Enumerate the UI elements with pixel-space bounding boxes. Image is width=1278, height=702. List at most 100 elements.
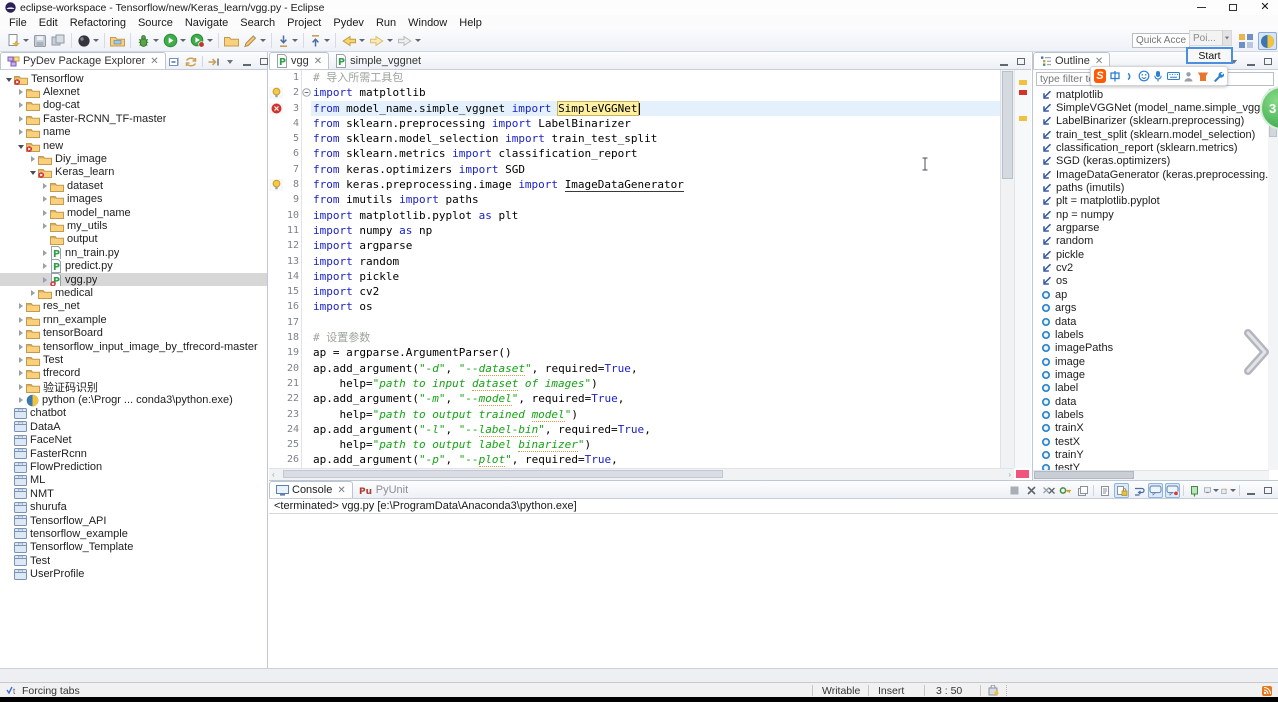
code-text[interactable]: help="path to input dataset of images")	[311, 376, 1000, 391]
expand-arrow-icon[interactable]	[40, 223, 50, 229]
console-copy-icon[interactable]	[1075, 483, 1090, 498]
console-pin-icon[interactable]	[1187, 483, 1202, 498]
editor-tab-vgg[interactable]: Pvgg✕	[269, 52, 329, 69]
explorer-focus-icon[interactable]	[206, 54, 221, 69]
console-key-icon[interactable]	[1058, 483, 1073, 498]
pydev-perspective-button[interactable]	[1258, 32, 1277, 50]
outline-item[interactable]: cv2	[1041, 261, 1269, 274]
outline-item[interactable]: labels	[1041, 408, 1269, 421]
outline-item[interactable]: data	[1041, 315, 1269, 328]
outline-item[interactable]: SimpleVGGNet (model_name.simple_vggnet)	[1041, 101, 1269, 114]
outline-item[interactable]: pickle	[1041, 248, 1269, 261]
outline-item[interactable]: ap	[1041, 288, 1269, 301]
ime-tee-icon[interactable]	[1197, 71, 1209, 82]
menu-edit[interactable]: Edit	[33, 17, 64, 29]
window-close-button[interactable]: ✕	[1250, 0, 1278, 15]
code-text[interactable]: help="path to output trained model")	[311, 407, 1000, 422]
saveAll-button[interactable]	[49, 31, 68, 51]
menu-run[interactable]: Run	[370, 17, 402, 29]
expand-chevron-icon[interactable]	[1242, 328, 1272, 381]
tree-item[interactable]: tensorBoard	[0, 326, 267, 339]
prevAnn-button[interactable]	[307, 31, 332, 51]
outline-item[interactable]: ImageDataGenerator (keras.preprocessing.…	[1041, 168, 1269, 181]
expand-arrow-icon[interactable]	[40, 210, 50, 216]
tree-item[interactable]: model_name	[0, 206, 267, 219]
code-text[interactable]: ap.add_argument("-d", "--dataset", requi…	[311, 361, 1000, 376]
outline-item[interactable]: argparse	[1041, 221, 1269, 234]
chevron-down-icon[interactable]	[324, 39, 330, 42]
tree-item[interactable]: ML	[0, 474, 267, 487]
explorer-link-icon[interactable]	[184, 54, 199, 69]
expand-arrow-icon[interactable]	[16, 102, 26, 108]
console-tab-Console[interactable]: Console✕	[269, 481, 353, 498]
chevron-down-icon[interactable]	[180, 39, 186, 42]
code-text[interactable]: import random	[311, 254, 1000, 269]
scrollbar-thumb[interactable]	[1002, 71, 1013, 179]
outline-item[interactable]: paths (imutils)	[1041, 181, 1269, 194]
tree-item[interactable]: Tensorflow_API	[0, 514, 267, 527]
warning-marker[interactable]	[1019, 116, 1027, 121]
code-text[interactable]: import numpy as np	[311, 223, 1000, 238]
expand-arrow-icon[interactable]	[16, 370, 26, 376]
chevron-down-icon[interactable]	[1222, 31, 1231, 45]
tree-item[interactable]: FaceNet	[0, 434, 267, 447]
code-editor[interactable]: 1# 导入所需工具包2import matplotlib3from model_…	[269, 70, 1000, 468]
tree-item[interactable]: tensorflow_example	[0, 527, 267, 540]
expand-arrow-icon[interactable]	[16, 317, 26, 323]
menu-navigate[interactable]: Navigate	[179, 17, 234, 29]
outline-item[interactable]: matplotlib	[1041, 88, 1269, 101]
warn-marker-icon[interactable]	[269, 87, 283, 99]
chevron-down-icon[interactable]	[153, 39, 159, 42]
ime-toolbar[interactable]: S	[1090, 66, 1228, 86]
feed-icon[interactable]	[1262, 683, 1272, 698]
outline-item[interactable]: data	[1041, 395, 1269, 408]
outline-item[interactable]: args	[1041, 302, 1269, 315]
new-button[interactable]	[4, 31, 31, 51]
scrollbar-thumb[interactable]	[283, 470, 723, 478]
expand-arrow-icon[interactable]	[16, 303, 26, 309]
console-tab-PyUnit[interactable]: PuPyUnit	[353, 481, 414, 498]
tree-item[interactable]: dog-cat	[0, 99, 267, 112]
code-text[interactable]: ap.add_argument("-l", "--label-bin", req…	[311, 422, 1000, 437]
recorder-poi-dropdown[interactable]: Poi...	[1189, 30, 1232, 46]
tree-item[interactable]: FasterRcnn	[0, 447, 267, 460]
chevron-down-icon[interactable]	[359, 39, 365, 42]
overview-ruler[interactable]	[1014, 70, 1031, 468]
console-bub-icon[interactable]	[1148, 483, 1163, 498]
outline-item[interactable]: image	[1041, 368, 1269, 381]
console-stop-icon[interactable]	[1007, 483, 1022, 498]
warn-marker-icon[interactable]	[269, 179, 283, 191]
tree-item[interactable]: new	[0, 139, 267, 152]
code-text[interactable]: from model_name.simple_vggnet import Sim…	[311, 101, 1000, 116]
ime-wrench-icon[interactable]	[1212, 70, 1224, 82]
tree-item[interactable]: UserProfile	[0, 567, 267, 580]
fold-minus-icon[interactable]	[302, 88, 311, 97]
outline-item[interactable]: np = numpy	[1041, 208, 1269, 221]
ime-quo-icon[interactable]	[1124, 71, 1135, 82]
console-newc-icon[interactable]	[1221, 483, 1236, 498]
console-bubr-icon[interactable]	[1165, 483, 1180, 498]
tree-item[interactable]: output	[0, 233, 267, 246]
openFolder-button[interactable]	[108, 31, 127, 51]
ime-mic-icon[interactable]	[1153, 70, 1164, 82]
code-text[interactable]: import pickle	[311, 269, 1000, 284]
code-text[interactable]: ap.add_argument("-p", "--plot", required…	[311, 452, 1000, 467]
expand-arrow-icon[interactable]	[16, 330, 26, 336]
tree-item[interactable]: images	[0, 193, 267, 206]
expand-arrow-icon[interactable]	[16, 116, 26, 122]
tree-item[interactable]: dataset	[0, 179, 267, 192]
outline-item[interactable]: imagePaths	[1041, 342, 1269, 355]
code-text[interactable]: from imutils import paths	[311, 192, 1000, 207]
play-button[interactable]	[161, 31, 188, 51]
code-text[interactable]: import cv2	[311, 284, 1000, 299]
code-text[interactable]: ap = argparse.ArgumentParser()	[311, 345, 1000, 360]
tree-item[interactable]: tensorflow_input_image_by_tfrecord-maste…	[0, 340, 267, 353]
tab-package-explorer[interactable]: PyDev Package Explorer ✕	[0, 52, 166, 69]
collapse-arrow-icon[interactable]	[28, 169, 38, 175]
sphere-button[interactable]	[75, 31, 101, 51]
menu-help[interactable]: Help	[453, 17, 488, 29]
close-icon[interactable]: ✕	[1095, 56, 1103, 67]
back-button[interactable]	[339, 31, 367, 51]
close-icon[interactable]: ✕	[150, 56, 158, 67]
fwd-button[interactable]	[367, 31, 395, 51]
